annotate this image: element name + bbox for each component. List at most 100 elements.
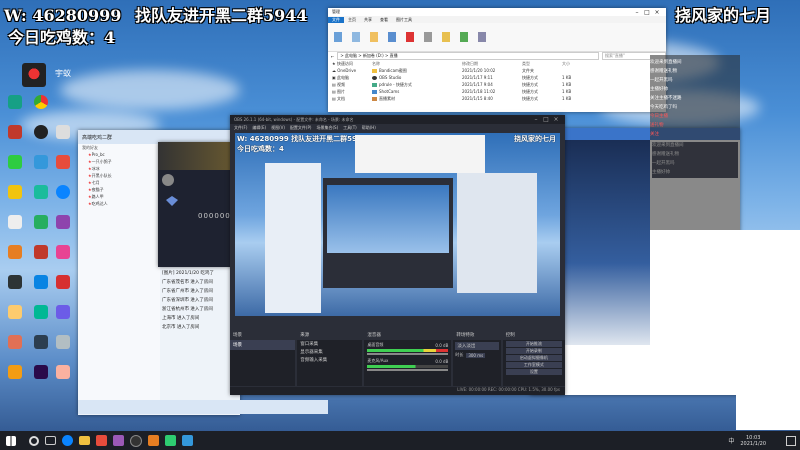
obs-taskbar-icon[interactable] <box>130 434 142 447</box>
desktop-icon[interactable] <box>48 125 78 140</box>
danmaku-line: 感谢赠送礼物 <box>650 69 677 74</box>
file-explorer-window[interactable]: 管理 – □ × 文件 主页 共享 查看 图片工具 ← > 此电脑 > 新加卷 … <box>328 8 666 112</box>
virtual-camera-button[interactable]: 启动虚拟摄像机 <box>505 355 562 361</box>
menu-edit[interactable]: 编辑(E) <box>252 125 266 131</box>
nav-item[interactable]: ▤ 图片 <box>332 88 372 95</box>
explorer-titlebar[interactable]: 管理 – □ × <box>328 8 666 16</box>
close-button[interactable]: × <box>652 9 662 16</box>
member-item[interactable]: ★ 开黑小队长 <box>78 172 160 179</box>
menu-profile[interactable]: 配置文件(P) <box>290 125 312 131</box>
paste-icon[interactable] <box>370 32 378 42</box>
settings-button[interactable]: 设置 <box>505 369 562 375</box>
search-icon[interactable] <box>29 435 39 446</box>
file-row[interactable]: 直播素材 2021/1/15 8:40 快捷方式 1 KB <box>372 95 666 102</box>
volume-slider[interactable] <box>367 369 449 371</box>
nav-item[interactable]: ★ 快速访问 <box>332 60 372 67</box>
member-item[interactable]: ★ Pro_bc <box>78 151 160 158</box>
source-item[interactable]: 窗口采集 <box>297 340 362 348</box>
notification-icon[interactable] <box>786 435 796 446</box>
input-method-indicator[interactable]: 中 <box>728 436 734 445</box>
tab-picture-tools[interactable]: 图片工具 <box>392 17 416 23</box>
member-item[interactable]: ★ 吃鸡达人 <box>78 200 160 207</box>
new-folder-icon[interactable] <box>442 32 450 42</box>
menu-help[interactable]: 帮助(H) <box>362 125 376 131</box>
rename-icon[interactable] <box>424 32 432 42</box>
address-bar[interactable]: > 此电脑 > 新加卷 (D:) > 直播 <box>337 52 599 60</box>
folder-icon[interactable] <box>79 436 90 445</box>
nav-item[interactable]: ▤ 文档 <box>332 95 372 102</box>
studio-mode-button[interactable]: 工作室模式 <box>505 362 562 368</box>
file-row[interactable]: pdrule - 快捷方式 2021/1/17 9:04 快捷方式 1 KB <box>372 81 666 88</box>
menu-scene-collection[interactable]: 场景集合(S) <box>316 125 338 131</box>
desktop-icon[interactable] <box>48 185 78 200</box>
nav-item[interactable]: ▤ 视频 <box>332 81 372 88</box>
pin-icon[interactable] <box>334 32 342 42</box>
desktop-icon[interactable] <box>48 245 78 260</box>
app-icon[interactable] <box>148 435 159 446</box>
desktop-icon[interactable] <box>48 305 78 320</box>
shortcut-icon <box>372 82 377 87</box>
obs-titlebar[interactable]: OBS 26.1.1 (64-bit, windows) - 配置文件: 未命名… <box>230 115 565 124</box>
stream-room-panel[interactable]: 0000000 <box>158 142 238 267</box>
desktop-icon[interactable] <box>48 275 78 290</box>
windows-start-icon[interactable] <box>6 435 16 446</box>
maximize-button[interactable]: □ <box>642 9 652 16</box>
delete-icon[interactable] <box>406 32 414 42</box>
nav-item[interactable]: ▣ 此电脑 <box>332 74 372 81</box>
start-recording-button[interactable]: 开始录制 <box>505 348 562 354</box>
task-view-icon[interactable] <box>45 436 56 445</box>
tab-home[interactable]: 主页 <box>344 17 360 23</box>
minimize-button[interactable]: – <box>632 9 642 16</box>
obs-preview[interactable]: W: 46280999 找队友进开黑二群5944 今日吃鸡数：4 挠风家的七月 <box>235 133 560 316</box>
transition-select[interactable]: 淡入淡出 <box>455 342 499 350</box>
select-all-icon[interactable] <box>478 32 486 42</box>
obs-window[interactable]: OBS 26.1.1 (64-bit, windows) - 配置文件: 未命名… <box>230 115 565 395</box>
source-item[interactable]: 音频输入采集 <box>297 356 362 364</box>
volume-slider[interactable] <box>367 353 449 355</box>
col-size[interactable]: 大小 <box>562 61 592 67</box>
member-item[interactable]: ★ 一只小鸽子 <box>78 158 160 165</box>
maximize-button[interactable]: □ <box>541 116 551 123</box>
start-streaming-button[interactable]: 开始推流 <box>505 341 562 347</box>
member-item[interactable]: ★ 夜猫子 <box>78 186 160 193</box>
app-icon[interactable] <box>113 435 124 446</box>
scene-item[interactable]: 场景 <box>230 340 296 350</box>
clock-date[interactable]: 2021/1/20 <box>740 441 766 447</box>
desktop-icon[interactable] <box>48 335 78 350</box>
menu-file[interactable]: 文件(F) <box>234 125 247 131</box>
file-row[interactable]: Bandicam截图 2021/1/20 10:02 文件夹 <box>372 67 666 74</box>
back-icon[interactable]: ← <box>328 54 337 59</box>
duration-input[interactable]: 300 ms <box>466 352 486 358</box>
avatar[interactable] <box>162 174 174 186</box>
member-item[interactable]: ★ 七月 <box>78 179 160 186</box>
tab-share[interactable]: 共享 <box>360 17 376 23</box>
tab-file[interactable]: 文件 <box>328 16 344 23</box>
minimize-button[interactable]: – <box>531 116 541 123</box>
tab-view[interactable]: 查看 <box>376 17 392 23</box>
member-item[interactable]: ★ 冰冰 <box>78 165 160 172</box>
member-item[interactable]: ★ 路人甲 <box>78 193 160 200</box>
menu-tools[interactable]: 工具(T) <box>343 125 357 131</box>
col-type[interactable]: 类型 <box>522 61 562 67</box>
file-row[interactable]: OBS Studio 2021/1/17 9:11 快捷方式 1 KB <box>372 74 666 81</box>
col-name[interactable]: 名称 <box>372 61 462 67</box>
desktop-icon[interactable] <box>48 365 78 380</box>
chrome-icon <box>34 95 48 109</box>
edge-icon[interactable] <box>62 435 73 446</box>
app-icon[interactable] <box>96 435 107 446</box>
desktop-icon[interactable] <box>48 155 78 170</box>
menu-view[interactable]: 视图(V) <box>271 125 285 131</box>
avatar[interactable] <box>22 63 46 87</box>
source-item[interactable]: 显示器采集 <box>297 348 362 356</box>
close-button[interactable]: × <box>551 116 561 123</box>
nav-item[interactable]: ☁ OneDrive <box>332 67 372 74</box>
desktop-icon[interactable] <box>48 215 78 230</box>
desktop-icon[interactable] <box>26 95 56 110</box>
col-date[interactable]: 修改日期 <box>462 61 522 67</box>
qq-icon[interactable] <box>165 435 176 446</box>
properties-icon[interactable] <box>460 32 468 42</box>
file-row[interactable]: ShotCams 2021/1/18 11:02 快捷方式 1 KB <box>372 88 666 95</box>
app-icon[interactable] <box>182 435 193 446</box>
move-icon[interactable] <box>388 32 396 42</box>
copy-icon[interactable] <box>352 32 360 42</box>
